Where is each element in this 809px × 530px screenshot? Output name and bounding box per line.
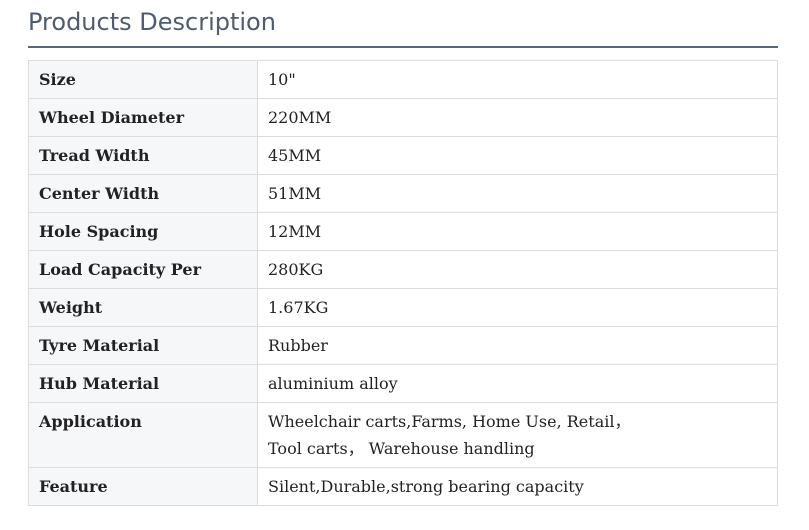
table-row-application: Application Wheelchair carts,Farms, Home… bbox=[28, 402, 778, 468]
table-row-load-capacity: Load Capacity Per 280KG bbox=[28, 250, 778, 289]
spec-value: 220MM bbox=[257, 98, 778, 137]
spec-value: Wheelchair carts,Farms, Home Use, Retail… bbox=[257, 402, 778, 468]
table-row-hub-material: Hub Material aluminium alloy bbox=[28, 364, 778, 403]
spec-value-text: Rubber bbox=[268, 336, 328, 355]
table-row-feature: Feature Silent,Durable,strong bearing ca… bbox=[28, 467, 778, 506]
spec-value: aluminium alloy bbox=[257, 364, 778, 403]
section-title: Products Description bbox=[28, 8, 276, 36]
table-row-weight: Weight 1.67KG bbox=[28, 288, 778, 327]
table-row-tyre-material: Tyre Material Rubber bbox=[28, 326, 778, 365]
spec-label: Feature bbox=[28, 467, 258, 506]
spec-label: Size bbox=[28, 60, 258, 99]
spec-value: 51MM bbox=[257, 174, 778, 213]
spec-value-text: Wheelchair carts,Farms, Home Use, Retail… bbox=[268, 412, 631, 458]
spec-label: Wheel Diameter bbox=[28, 98, 258, 137]
spec-label: Tyre Material bbox=[28, 326, 258, 365]
spec-value: 12MM bbox=[257, 212, 778, 251]
spec-value-text: 1.67KG bbox=[268, 298, 329, 317]
spec-value-text: aluminium alloy bbox=[268, 374, 398, 393]
spec-value-text: 280KG bbox=[268, 260, 324, 279]
spec-value: 280KG bbox=[257, 250, 778, 289]
spec-label: Center Width bbox=[28, 174, 258, 213]
table-row-hole-spacing: Hole Spacing 12MM bbox=[28, 212, 778, 251]
spec-value: 1.67KG bbox=[257, 288, 778, 327]
title-divider bbox=[28, 46, 778, 48]
table-row-size: Size 10" bbox=[28, 60, 778, 99]
spec-value-text: 51MM bbox=[268, 184, 322, 203]
table-row-center-width: Center Width 51MM bbox=[28, 174, 778, 213]
spec-value: 45MM bbox=[257, 136, 778, 175]
table-row-wheel-diameter: Wheel Diameter 220MM bbox=[28, 98, 778, 137]
table-row-tread-width: Tread Width 45MM bbox=[28, 136, 778, 175]
spec-label: Tread Width bbox=[28, 136, 258, 175]
spec-label: Application bbox=[28, 402, 258, 468]
spec-value: 10" bbox=[257, 60, 778, 99]
spec-value: Silent,Durable,strong bearing capacity bbox=[257, 467, 778, 506]
spec-label: Hub Material bbox=[28, 364, 258, 403]
spec-value-text: 220MM bbox=[268, 108, 332, 127]
spec-value-text: Silent,Durable,strong bearing capacity bbox=[268, 477, 584, 496]
spec-value: Rubber bbox=[257, 326, 778, 365]
product-spec-table: Size 10" Wheel Diameter 220MM Tread Widt… bbox=[28, 60, 778, 506]
spec-value-text: 45MM bbox=[268, 146, 322, 165]
spec-label: Weight bbox=[28, 288, 258, 327]
spec-value-text: 12MM bbox=[268, 222, 322, 241]
spec-label: Hole Spacing bbox=[28, 212, 258, 251]
spec-label: Load Capacity Per bbox=[28, 250, 258, 289]
spec-value-text: 10" bbox=[268, 70, 296, 89]
